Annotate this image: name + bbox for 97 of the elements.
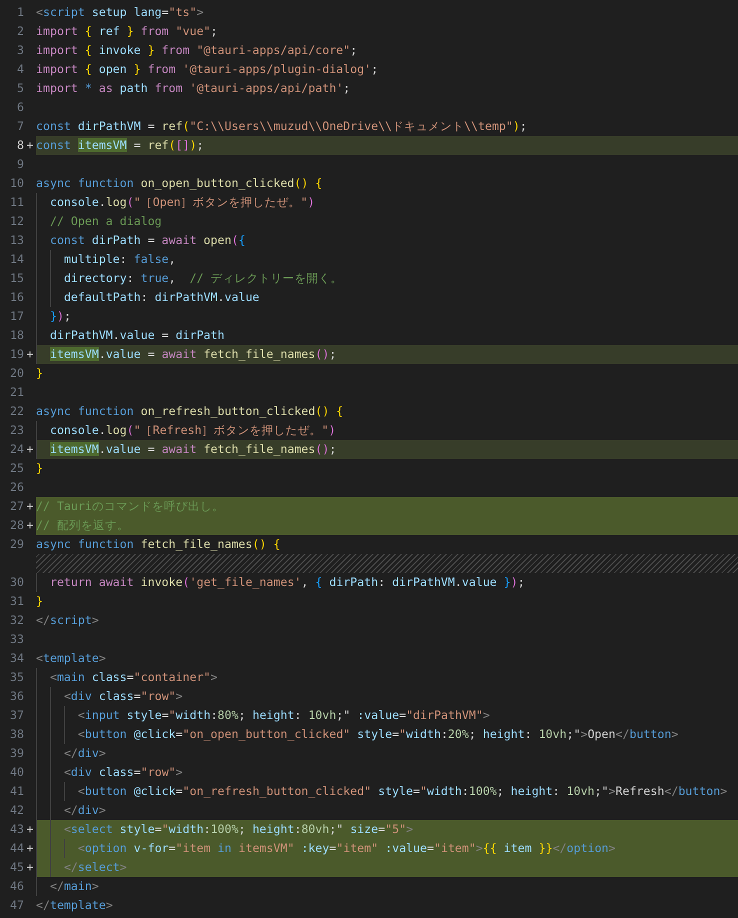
line-number: 22 bbox=[9, 403, 24, 420]
code-line: defaultPath: dirPathVM.value bbox=[64, 289, 260, 306]
line-number: 36 bbox=[9, 688, 24, 705]
line-number: 35 bbox=[9, 669, 24, 686]
code-line: console.log("［Refresh］ボタンを押したぜ。") bbox=[50, 422, 336, 439]
code-line: <input style="width:80%; height: 10vh;" :value="dirPathVM"> bbox=[78, 707, 490, 724]
line-number: 47 bbox=[9, 897, 24, 914]
code-line: </template> bbox=[36, 897, 113, 914]
code-line: } bbox=[36, 593, 43, 610]
code-line: } bbox=[36, 460, 43, 477]
line-number: 21 bbox=[9, 384, 24, 401]
code-line: import { ref } from "vue"; bbox=[36, 23, 218, 40]
line-number: 46 bbox=[9, 878, 24, 895]
line-number: 10 bbox=[9, 175, 24, 192]
code-line: <template> bbox=[36, 650, 106, 667]
code-line: <script setup lang="ts"> bbox=[36, 4, 204, 21]
line-number: 15 bbox=[9, 270, 24, 287]
code-line: return await invoke('get_file_names', { dirPath: dirPathVM.value }); bbox=[50, 574, 525, 591]
code-line: // Open a dialog bbox=[50, 213, 162, 230]
code-line: async function on_refresh_button_clicked() { bbox=[36, 403, 344, 420]
code-line: itemsVM.value = await fetch_file_names(); bbox=[50, 441, 336, 458]
line-number: 20 bbox=[9, 365, 24, 382]
line-number: 19 bbox=[9, 346, 24, 363]
code-line: </select> bbox=[64, 859, 127, 876]
code-line: </main> bbox=[50, 878, 99, 895]
code-line: const itemsVM = ref([]); bbox=[36, 137, 204, 154]
line-number: 37 bbox=[9, 707, 24, 724]
line-number: 28 bbox=[9, 517, 24, 534]
line-number: 3 bbox=[16, 42, 24, 59]
code-line: <button @click="on_refresh_button_clicked" style="width:100%; height: 10vh;">Refresh</button> bbox=[78, 783, 728, 800]
line-number: 38 bbox=[9, 726, 24, 743]
line-number: 41 bbox=[9, 783, 24, 800]
line-number: 7 bbox=[16, 118, 24, 135]
line-number: 1 bbox=[16, 4, 24, 21]
code-line: <button @click="on_open_button_clicked" style="width:20%; height: 10vh;">Open</button> bbox=[78, 726, 678, 743]
code-line: // 配列を返す。 bbox=[36, 517, 129, 534]
code-line: </script> bbox=[36, 612, 99, 629]
code-line: <main class="container"> bbox=[50, 669, 218, 686]
diff-marker: + bbox=[26, 517, 34, 534]
diff-marker: + bbox=[26, 498, 34, 515]
code-line: // Tauriのコマンドを呼び出し。 bbox=[36, 498, 224, 515]
line-number: 31 bbox=[9, 593, 24, 610]
line-number: 33 bbox=[9, 631, 24, 648]
code-line: } bbox=[36, 365, 43, 382]
line-number: 2 bbox=[16, 23, 24, 40]
line-number: 23 bbox=[9, 422, 24, 439]
line-number: 16 bbox=[9, 289, 24, 306]
line-number: 24 bbox=[9, 441, 24, 458]
line-number: 44 bbox=[9, 840, 24, 857]
code-line: const dirPathVM = ref("C:\\Users\\muzud\\OneDrive\\ドキュメント\\temp"); bbox=[36, 118, 527, 135]
code-line: async function on_open_button_clicked() { bbox=[36, 175, 322, 192]
line-number: 11 bbox=[9, 194, 24, 211]
diff-marker: + bbox=[26, 441, 34, 458]
diff-marker: + bbox=[26, 840, 34, 857]
line-number: 12 bbox=[9, 213, 24, 230]
line-number: 26 bbox=[9, 479, 24, 496]
code-line: async function fetch_file_names() { bbox=[36, 536, 280, 553]
code-line: dirPathVM.value = dirPath bbox=[50, 327, 225, 344]
code-line: <div class="row"> bbox=[64, 764, 183, 781]
line-number: 14 bbox=[9, 251, 24, 268]
code-line: import * as path from '@tauri-apps/api/path'; bbox=[36, 80, 350, 97]
code-line: </div> bbox=[64, 745, 106, 762]
code-line: directory: true, // ディレクトリーを開く。 bbox=[64, 270, 343, 287]
line-number: 4 bbox=[16, 61, 24, 78]
line-number: 27 bbox=[9, 498, 24, 515]
code-line: </div> bbox=[64, 802, 106, 819]
code-line: const dirPath = await open({ bbox=[50, 232, 246, 249]
line-number: 25 bbox=[9, 460, 24, 477]
line-number: 30 bbox=[9, 574, 24, 591]
code-line: <div class="row"> bbox=[64, 688, 183, 705]
code-line: import { invoke } from "@tauri-apps/api/core"; bbox=[36, 42, 358, 59]
code-line: itemsVM.value = await fetch_file_names(); bbox=[50, 346, 336, 363]
line-number: 8 bbox=[16, 137, 24, 154]
code-line: <select style="width:100%; height:80vh;" size="5"> bbox=[64, 821, 414, 838]
line-number: 29 bbox=[9, 536, 24, 553]
line-number: 6 bbox=[16, 99, 24, 116]
line-number: 17 bbox=[9, 308, 24, 325]
diff-marker: + bbox=[26, 346, 34, 363]
line-number: 34 bbox=[9, 650, 24, 667]
diff-marker: + bbox=[26, 821, 34, 838]
line-number: 13 bbox=[9, 232, 24, 249]
line-number: 40 bbox=[9, 764, 24, 781]
code-line: <option v-for="item in itemsVM" :key="item" :value="item">{{ item }}</option> bbox=[78, 840, 616, 857]
line-number: 45 bbox=[9, 859, 24, 876]
line-number: 42 bbox=[9, 802, 24, 819]
line-number: 9 bbox=[16, 156, 24, 173]
line-number: 18 bbox=[9, 327, 24, 344]
line-number: 43 bbox=[9, 821, 24, 838]
code-line: console.log("［Open］ボタンを押したぜ。") bbox=[50, 194, 315, 211]
line-number: 39 bbox=[9, 745, 24, 762]
line-number: 32 bbox=[9, 612, 24, 629]
code-line: }); bbox=[50, 308, 71, 325]
diff-marker: + bbox=[26, 859, 34, 876]
diff-marker: + bbox=[26, 137, 34, 154]
code-line: multiple: false, bbox=[64, 251, 176, 268]
code-line: import { open } from '@tauri-apps/plugin-dialog'; bbox=[36, 61, 378, 78]
line-number: 5 bbox=[16, 80, 24, 97]
